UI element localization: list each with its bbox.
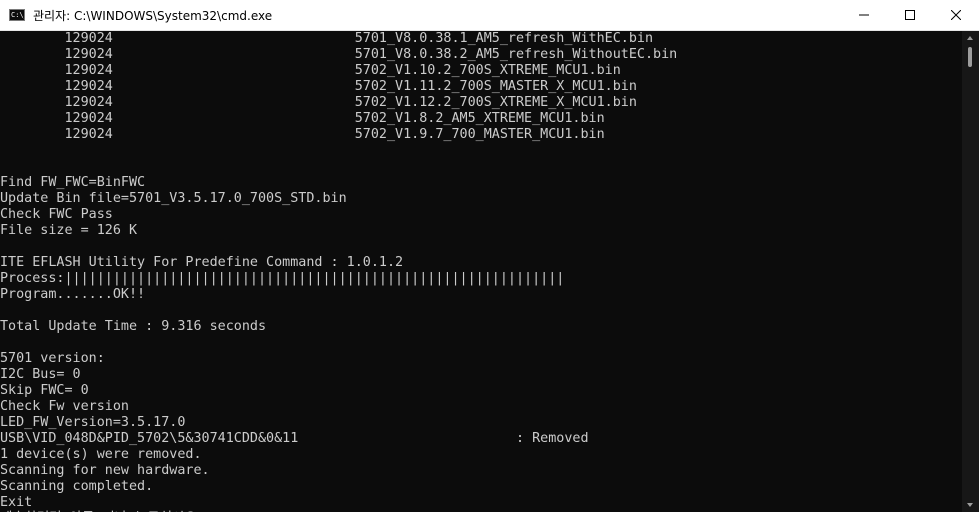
console-line: LED_FW_Version=3.5.17.0	[0, 415, 186, 430]
vertical-scrollbar[interactable]	[962, 31, 979, 512]
console-line: 129024 5702_V1.11.2_700S_MASTER_X_MCU1.b…	[0, 79, 637, 94]
console-line: Find FW_FWC=BinFWC	[0, 175, 146, 190]
console-line: 5701 version:	[0, 351, 105, 366]
console-line: 129024 5701_V8.0.38.2_AM5_refresh_Withou…	[0, 47, 678, 62]
window-title: 관리자: C:\WINDOWS\System32\cmd.exe	[33, 8, 273, 23]
scroll-up-arrow-icon[interactable]	[967, 36, 973, 40]
console-line: Check FWC Pass	[0, 207, 113, 222]
console-line: 129024 5701_V8.0.38.1_AM5_refresh_WithEC…	[0, 31, 654, 46]
console-line: Exit	[0, 495, 33, 510]
console-line: ITE EFLASH Utility For Predefine Command…	[0, 255, 404, 270]
console-output[interactable]: 129024 5701_V8.0.38.1_AM5_refresh_WithEC…	[0, 31, 962, 512]
console-line: Skip FWC= 0	[0, 383, 89, 398]
scroll-down-arrow-icon[interactable]	[967, 503, 973, 507]
console-line: Total Update Time : 9.316 seconds	[0, 319, 267, 334]
cmd-window: C:\_ 관리자: C:\WINDOWS\System32\cmd.exe 12…	[0, 0, 979, 512]
console-line: File size = 126 K	[0, 223, 138, 238]
console-line: Update Bin file=5701_V3.5.17.0_700S_STD.…	[0, 191, 347, 206]
console-line: Scanning completed.	[0, 479, 154, 494]
console-line: I2C Bus= 0	[0, 367, 81, 382]
console-line: Program.......OK!!	[0, 287, 146, 302]
scrollbar-thumb[interactable]	[968, 47, 972, 67]
minimize-button[interactable]	[841, 0, 887, 31]
close-button[interactable]	[933, 0, 979, 31]
console-line: Process:||||||||||||||||||||||||||||||||…	[0, 271, 565, 286]
console-line: USB\VID_048D&PID_5702\5&30741CDD&0&11 : …	[0, 431, 589, 446]
console-line: Scanning for new hardware.	[0, 463, 210, 478]
cmd-app-icon[interactable]: C:\_	[9, 9, 25, 21]
minimize-icon	[859, 14, 869, 16]
console-line: 129024 5702_V1.12.2_700S_XTREME_X_MCU1.b…	[0, 95, 637, 110]
maximize-icon	[905, 10, 915, 20]
console-line: 1 device(s) were removed.	[0, 447, 202, 462]
console-line: Check Fw version	[0, 399, 129, 414]
console-line: 129024 5702_V1.9.7_700_MASTER_MCU1.bin	[0, 127, 605, 142]
maximize-button[interactable]	[887, 0, 933, 31]
close-icon	[951, 10, 961, 20]
console-line: 129024 5702_V1.8.2_AM5_XTREME_MCU1.bin	[0, 111, 605, 126]
title-bar[interactable]: C:\_ 관리자: C:\WINDOWS\System32\cmd.exe	[0, 0, 979, 31]
console-line: 129024 5702_V1.10.2_700S_XTREME_MCU1.bin	[0, 63, 621, 78]
